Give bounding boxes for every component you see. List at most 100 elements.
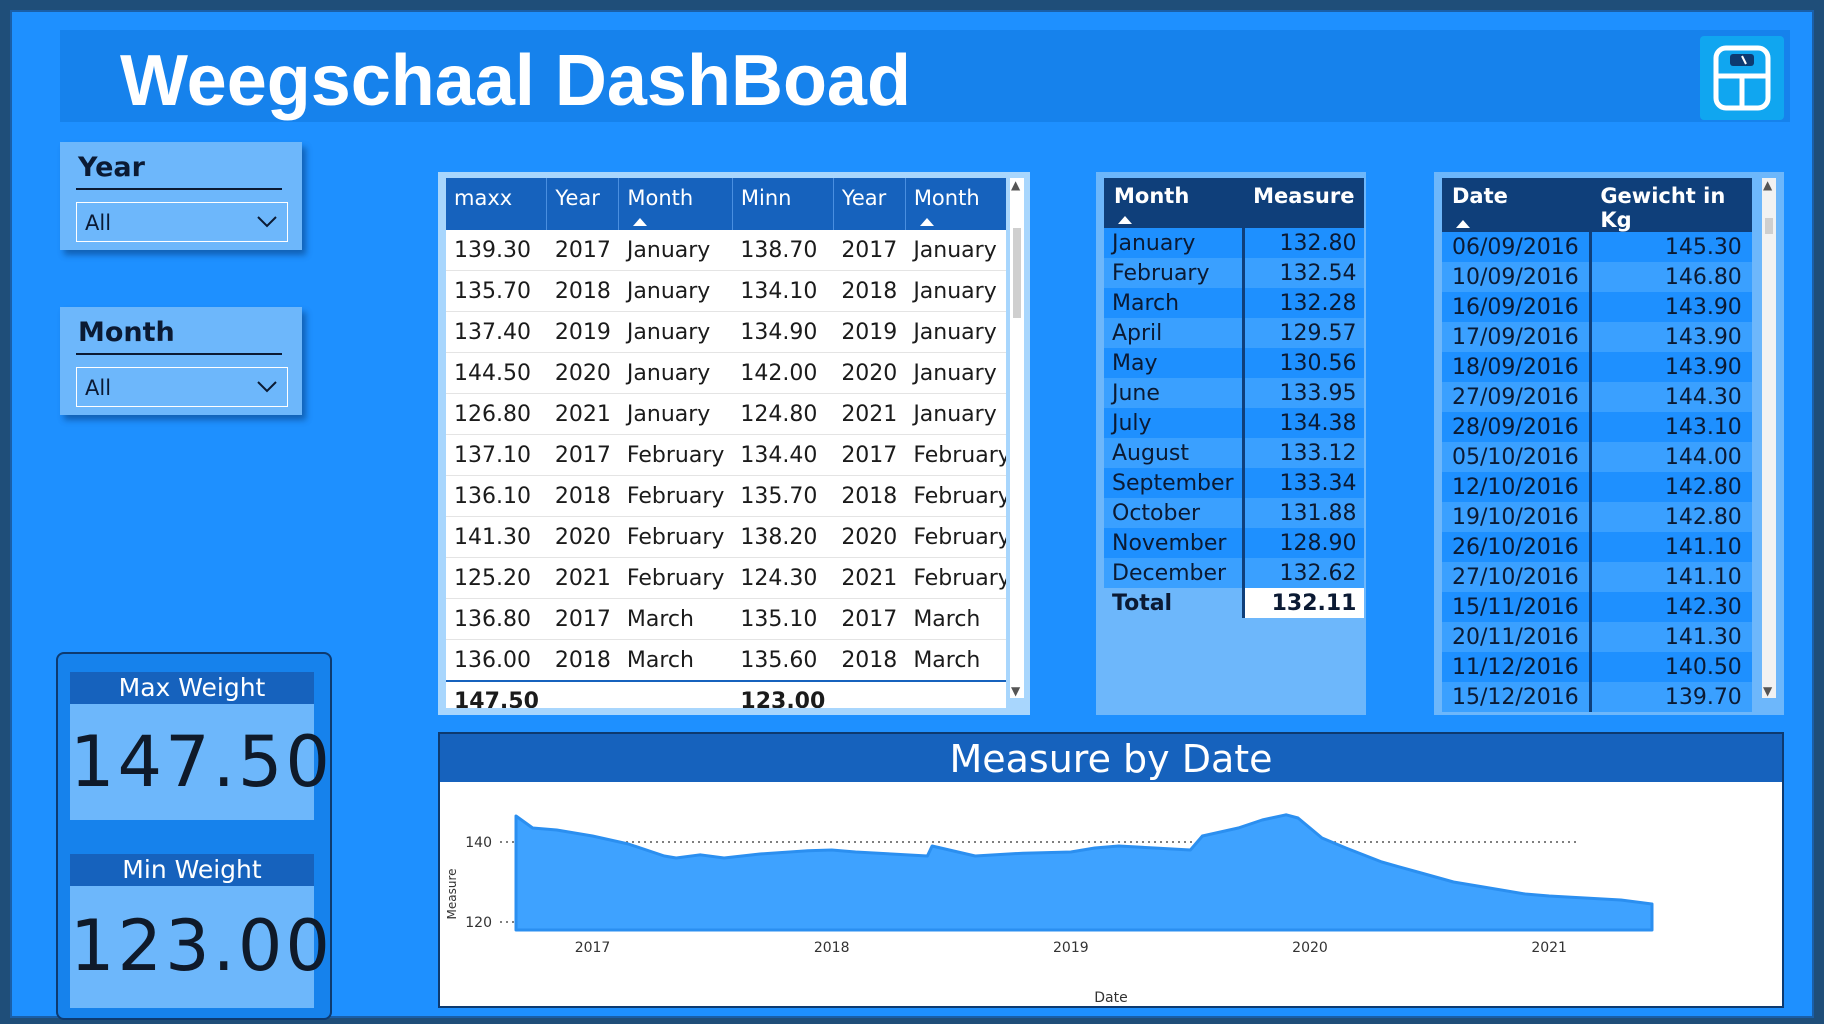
column-header-maxx[interactable]: maxx [446, 178, 548, 230]
scrollbar-thumb[interactable] [1013, 228, 1021, 318]
column-header-month[interactable]: Month [905, 178, 1006, 230]
min-weight-value: 123.00 [70, 905, 333, 987]
table-row[interactable]: 125.20 2021 February 124.30 2021 February [446, 557, 1006, 599]
column-header-minn[interactable]: Minn [732, 178, 834, 230]
date-cell: 12/10/2016 [1442, 472, 1592, 502]
table-cell: January [905, 311, 1006, 353]
date-cell: 06/09/2016 [1442, 232, 1592, 262]
column-header-weight[interactable]: Gewicht in Kg [1590, 178, 1752, 232]
table-row[interactable]: 27/09/2016 144.30 [1442, 382, 1752, 412]
total-row[interactable]: 147.50 123.00 [446, 680, 1006, 708]
total-value: 132.11 [1243, 588, 1365, 618]
weight-cell: 146.80 [1590, 262, 1752, 292]
table-cell: February [618, 434, 733, 476]
divider [76, 188, 282, 190]
table-cell: 2018 [546, 270, 619, 312]
table-row[interactable]: 136.80 2017 March 135.10 2017 March [446, 598, 1006, 640]
table-cell [618, 680, 733, 708]
max-min-table-visual: maxx Year Month Minn Year Month 139.30 20… [438, 172, 1030, 715]
table-row[interactable]: 17/09/2016 143.90 [1442, 322, 1752, 352]
month-measure-table[interactable]: Month Measure January 132.80 February 132.5… [1104, 178, 1365, 618]
chart-title: Measure by Date [440, 734, 1782, 782]
weight-cell: 142.30 [1590, 592, 1752, 622]
year-dropdown[interactable]: All [76, 202, 288, 242]
table-cell: 124.80 [732, 393, 834, 435]
table-row[interactable]: 136.00 2018 March 135.60 2018 March [446, 639, 1006, 682]
date-weight-table[interactable]: Date Gewicht in Kg 06/09/2016 145.30 10/09… [1442, 178, 1752, 712]
table-cell: 141.30 [446, 516, 547, 558]
table-row[interactable]: December 132.62 [1104, 558, 1365, 588]
table-row[interactable]: April 129.57 [1104, 318, 1365, 348]
table-row[interactable]: August 133.12 [1104, 438, 1365, 468]
table-row[interactable]: 10/09/2016 146.80 [1442, 262, 1752, 292]
table-row[interactable]: 27/10/2016 141.10 [1442, 562, 1752, 592]
table-cell: 138.70 [732, 230, 834, 271]
table-row[interactable]: 11/12/2016 140.50 [1442, 652, 1752, 682]
table-scrollbar[interactable]: ▲ ▼ [1010, 178, 1024, 698]
table-row[interactable]: 19/10/2016 142.80 [1442, 502, 1752, 532]
table-row[interactable]: 126.80 2021 January 124.80 2021 January [446, 393, 1006, 435]
month-cell: June [1104, 378, 1245, 408]
month-cell: March [1104, 288, 1245, 318]
table-row[interactable]: February 132.54 [1104, 258, 1365, 288]
measure-cell: 130.56 [1243, 348, 1365, 378]
max-weight-value: 147.50 [70, 721, 333, 803]
month-dropdown[interactable]: All [76, 367, 288, 407]
max-min-table[interactable]: maxx Year Month Minn Year Month 139.30 20… [446, 178, 1006, 708]
chart-plot[interactable]: 140 120 2017 2018 2019 2020 2021 Measure Date [440, 782, 1782, 1006]
table-cell: 2018 [833, 270, 906, 312]
table-cell: 2018 [833, 639, 906, 682]
table-row[interactable]: 16/09/2016 143.90 [1442, 292, 1752, 322]
table-scrollbar[interactable]: ▲ ▼ [1762, 178, 1776, 698]
table-row[interactable]: 15/12/2016 139.70 [1442, 682, 1752, 712]
y-tick-label: 140 [465, 835, 492, 851]
table-row[interactable]: 26/10/2016 141.10 [1442, 532, 1752, 562]
table-row[interactable]: 05/10/2016 144.00 [1442, 442, 1752, 472]
table-row[interactable]: May 130.56 [1104, 348, 1365, 378]
table-row[interactable]: September 133.34 [1104, 468, 1365, 498]
table-row[interactable]: 141.30 2020 February 138.20 2020 February [446, 516, 1006, 558]
table-row[interactable]: 137.40 2019 January 134.90 2019 January [446, 311, 1006, 353]
table-row[interactable]: 136.10 2018 February 135.70 2018 February [446, 475, 1006, 517]
column-header-year[interactable]: Year [833, 178, 906, 230]
table-row[interactable]: October 131.88 [1104, 498, 1365, 528]
table-row[interactable]: 28/09/2016 143.10 [1442, 412, 1752, 442]
table-row[interactable]: 137.10 2017 February 134.40 2017 February [446, 434, 1006, 476]
scroll-down-icon[interactable]: ▼ [1763, 684, 1772, 698]
table-row[interactable]: 18/09/2016 143.90 [1442, 352, 1752, 382]
table-row[interactable]: 06/09/2016 145.30 [1442, 232, 1752, 262]
table-row[interactable]: 20/11/2016 141.30 [1442, 622, 1752, 652]
scrollbar-thumb[interactable] [1765, 218, 1773, 234]
scroll-down-icon[interactable]: ▼ [1011, 684, 1020, 698]
table-row[interactable]: 144.50 2020 January 142.00 2020 January [446, 352, 1006, 394]
table-row[interactable]: July 134.38 [1104, 408, 1365, 438]
dashboard-canvas: Weegschaal DashBoad Year All Month All M… [10, 10, 1814, 1020]
column-header-month[interactable]: Month [1104, 178, 1244, 228]
table-row[interactable]: 139.30 2017 January 138.70 2017 January [446, 230, 1006, 271]
column-header-year[interactable]: Year [546, 178, 620, 230]
table-row[interactable]: March 132.28 [1104, 288, 1365, 318]
month-measure-visual: Month Measure January 132.80 February 132.5… [1096, 172, 1366, 715]
month-measure-body: January 132.80 February 132.54 March 132.28 Ap… [1104, 228, 1365, 618]
column-header-measure[interactable]: Measure [1243, 178, 1365, 228]
weight-cell: 141.30 [1590, 622, 1752, 652]
scroll-up-icon[interactable]: ▲ [1011, 178, 1020, 192]
table-row[interactable]: 15/11/2016 142.30 [1442, 592, 1752, 622]
table-row[interactable]: January 132.80 [1104, 228, 1365, 258]
date-cell: 05/10/2016 [1442, 442, 1592, 472]
weight-cell: 142.80 [1590, 472, 1752, 502]
measure-cell: 132.54 [1243, 258, 1365, 288]
table-row[interactable]: November 128.90 [1104, 528, 1365, 558]
table-cell: February [905, 434, 1006, 476]
table-row[interactable]: June 133.95 [1104, 378, 1365, 408]
table-row[interactable]: 135.70 2018 January 134.10 2018 January [446, 270, 1006, 312]
table-row[interactable]: 12/10/2016 142.80 [1442, 472, 1752, 502]
table-cell: 125.20 [446, 557, 547, 599]
column-header-date[interactable]: Date [1442, 178, 1591, 232]
scroll-up-icon[interactable]: ▲ [1763, 178, 1772, 192]
sort-ascending-icon [919, 218, 934, 226]
column-header-month[interactable]: Month [618, 178, 733, 230]
table-cell: 2020 [546, 516, 619, 558]
weight-cell: 143.90 [1590, 322, 1752, 352]
month-slicer-title: Month [78, 317, 175, 348]
